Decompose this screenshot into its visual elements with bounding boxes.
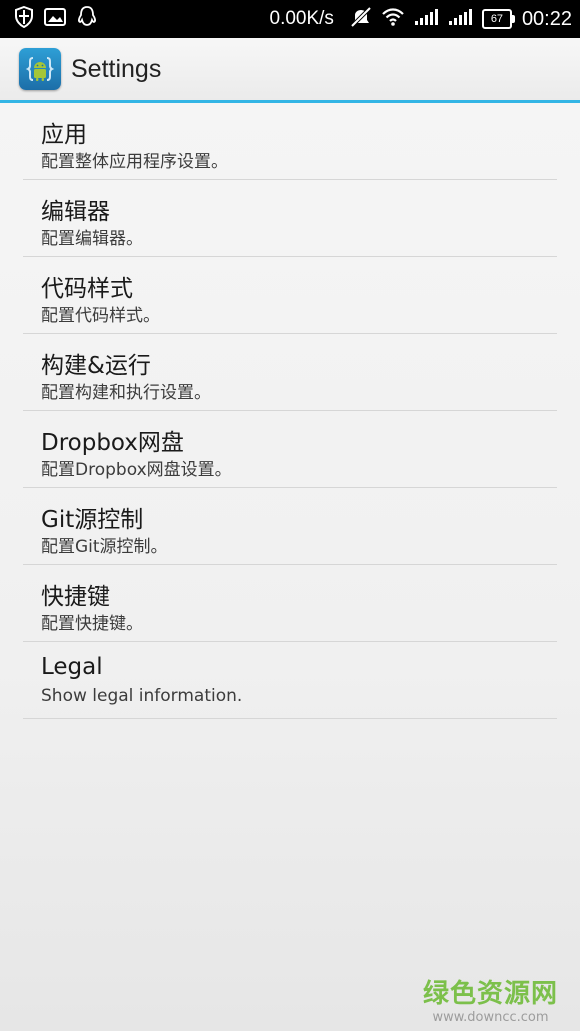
watermark-text: 绿色资源网 (422, 979, 558, 1009)
status-bar: 0.00K/s 67 00:22 (0, 0, 580, 38)
settings-item-title: Dropbox网盘 (41, 430, 184, 456)
settings-item-dropbox[interactable]: Dropbox网盘 配置Dropbox网盘设置。 (23, 411, 557, 488)
signal-icon (448, 8, 472, 30)
settings-item-title: 构建&运行 (41, 353, 151, 379)
watermark-url: www.downcc.com (432, 1010, 549, 1025)
mute-icon (350, 6, 372, 31)
settings-item-code-style[interactable]: 代码样式 配置代码样式。 (23, 257, 557, 334)
settings-item-title: 应用 (41, 122, 87, 148)
settings-item-title: Git源控制 (41, 507, 144, 533)
settings-list: 应用 配置整体应用程序设置。 编辑器 配置编辑器。 代码样式 配置代码样式。 构… (23, 103, 557, 719)
net-speed: 0.00K/s (269, 8, 334, 29)
clock: 00:22 (521, 7, 572, 30)
settings-item-subtitle: Show legal information. (41, 686, 243, 706)
settings-item-subtitle: 配置整体应用程序设置。 (41, 152, 228, 172)
shield-icon (14, 5, 34, 32)
qq-icon (76, 5, 98, 33)
page-title: Settings (71, 54, 162, 83)
action-bar: Settings (0, 38, 580, 103)
settings-item-subtitle: 配置快捷键。 (41, 614, 143, 634)
app-logo-icon[interactable] (19, 48, 61, 90)
settings-item-title: 编辑器 (41, 199, 110, 225)
settings-item-subtitle: 配置Dropbox网盘设置。 (41, 460, 232, 480)
settings-item-title: 代码样式 (41, 276, 133, 302)
settings-item-build-run[interactable]: 构建&运行 配置构建和执行设置。 (23, 334, 557, 411)
watermark: 绿色资源网 www.downcc.com (423, 973, 558, 1025)
wifi-icon (382, 8, 404, 30)
settings-item-subtitle: 配置构建和执行设置。 (41, 383, 211, 403)
settings-item-title: 快捷键 (41, 584, 110, 610)
settings-item-subtitle: 配置编辑器。 (41, 229, 143, 249)
settings-item-subtitle: 配置代码样式。 (41, 306, 160, 326)
settings-item-editor[interactable]: 编辑器 配置编辑器。 (23, 180, 557, 257)
signal-icon (414, 8, 438, 30)
battery-icon: 67 (481, 9, 515, 29)
image-icon (44, 8, 66, 30)
settings-item-shortcuts[interactable]: 快捷键 配置快捷键。 (23, 565, 557, 642)
settings-content: 应用 配置整体应用程序设置。 编辑器 配置编辑器。 代码样式 配置代码样式。 构… (0, 103, 580, 1031)
status-bar-left (14, 5, 98, 33)
status-bar-right: 0.00K/s 67 00:22 (269, 6, 572, 31)
settings-item-legal[interactable]: Legal Show legal information. (23, 642, 557, 719)
settings-item-git[interactable]: Git源控制 配置Git源控制。 (23, 488, 557, 565)
settings-item-title: Legal (41, 654, 103, 680)
settings-item-subtitle: 配置Git源控制。 (41, 537, 168, 557)
settings-item-app[interactable]: 应用 配置整体应用程序设置。 (23, 103, 557, 180)
